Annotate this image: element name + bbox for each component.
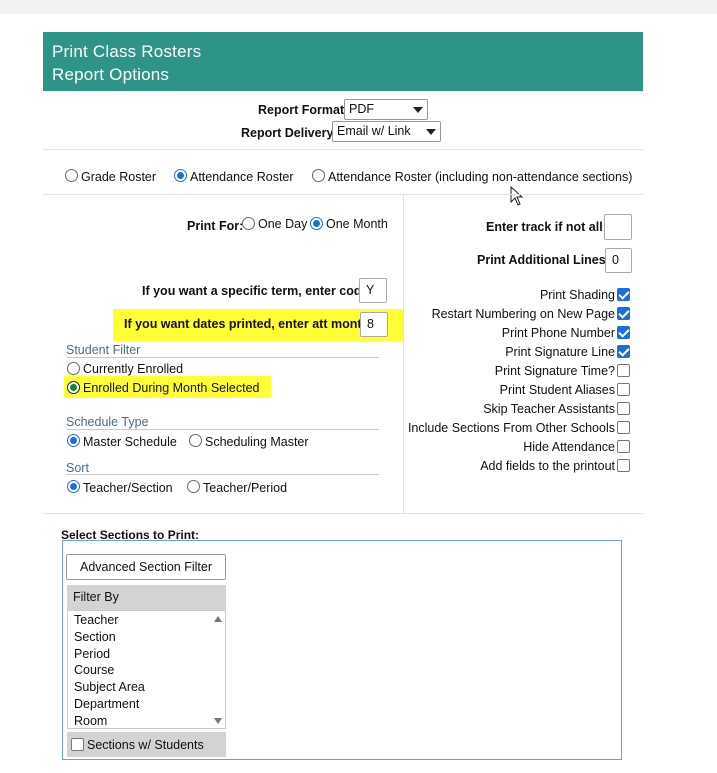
enrolled-during-month-label: Enrolled During Month Selected xyxy=(83,381,260,395)
scroll-down-icon[interactable] xyxy=(214,718,222,724)
report-format-label: Report Format: xyxy=(258,103,349,117)
print-phone-label: Print Phone Number xyxy=(501,326,615,340)
scroll-up-icon[interactable] xyxy=(214,616,222,622)
skip-assistants-label: Skip Teacher Assistants xyxy=(483,402,615,416)
grade-roster-label: Grade Roster xyxy=(81,170,157,184)
specific-term-input[interactable]: Y xyxy=(359,278,387,303)
restart-numbering-label: Restart Numbering on New Page xyxy=(431,307,615,321)
report-options-panel: Print Class Rosters Report Options Repor… xyxy=(43,32,643,773)
chevron-down-icon xyxy=(426,129,436,135)
attendance-roster-label: Attendance Roster xyxy=(190,170,294,184)
enrolled-during-month-radio[interactable] xyxy=(67,381,80,394)
additional-lines-label: Print Additional Lines xyxy=(477,253,606,267)
page-header: Print Class Rosters Report Options xyxy=(43,32,643,91)
one-day-label: One Day xyxy=(258,217,308,231)
section-selector-box: Advanced Section Filter Filter By Teache… xyxy=(62,540,622,760)
sections-with-students-checkbox[interactable] xyxy=(71,738,84,751)
skip-assistants-checkbox[interactable] xyxy=(617,402,630,415)
list-item[interactable]: Section xyxy=(74,630,116,644)
student-filter-title: Student Filter xyxy=(66,343,141,357)
sections-with-students-row: Sections w/ Students xyxy=(67,732,226,757)
print-signature-line-label: Print Signature Line xyxy=(505,345,615,359)
list-item[interactable]: Course xyxy=(74,663,114,677)
sections-with-students-label: Sections w/ Students xyxy=(87,738,204,752)
grade-roster-radio[interactable] xyxy=(65,169,78,182)
divider xyxy=(43,194,643,195)
report-delivery-value: Email w/ Link xyxy=(337,124,411,138)
attendance-roster-nonattendance-label: Attendance Roster (including non-attenda… xyxy=(328,170,633,184)
page-title: Print Class Rosters xyxy=(52,42,202,61)
one-day-radio[interactable] xyxy=(242,217,255,230)
print-signature-line-checkbox[interactable] xyxy=(617,345,630,358)
specific-term-label: If you want a specific term, enter code xyxy=(142,284,369,298)
teacher-section-radio[interactable] xyxy=(67,480,80,493)
report-format-value: PDF xyxy=(349,102,374,116)
section-divider xyxy=(66,429,379,430)
additional-lines-input[interactable]: 0 xyxy=(605,248,632,273)
teacher-period-label: Teacher/Period xyxy=(203,481,288,495)
dates-printed-input[interactable]: 8 xyxy=(360,312,388,337)
list-item[interactable]: Teacher xyxy=(74,613,118,627)
attendance-roster-nonattendance-radio[interactable] xyxy=(312,169,325,182)
schedule-type-title: Schedule Type xyxy=(66,415,149,429)
sort-title: Sort xyxy=(66,461,89,475)
filter-by-listbox[interactable]: Teacher Section Period Course Subject Ar… xyxy=(67,610,226,729)
divider xyxy=(43,513,643,514)
divider xyxy=(43,149,643,150)
currently-enrolled-label: Currently Enrolled xyxy=(83,362,184,376)
track-input[interactable] xyxy=(604,214,632,240)
section-divider xyxy=(66,474,379,475)
print-shading-label: Print Shading xyxy=(539,288,615,302)
track-label: Enter track if not all xyxy=(486,220,603,234)
print-signature-time-checkbox[interactable] xyxy=(617,364,630,377)
list-item[interactable]: Subject Area xyxy=(74,680,145,694)
advanced-section-filter-button[interactable]: Advanced Section Filter xyxy=(66,554,226,580)
one-month-label: One Month xyxy=(326,217,388,231)
page-subtitle: Report Options xyxy=(52,65,170,84)
chevron-down-icon xyxy=(413,107,423,113)
scheduling-master-radio[interactable] xyxy=(189,434,202,447)
master-schedule-radio[interactable] xyxy=(67,434,80,447)
teacher-period-radio[interactable] xyxy=(187,480,200,493)
filter-by-header: Filter By xyxy=(67,585,226,610)
print-shading-checkbox[interactable] xyxy=(617,288,630,301)
print-aliases-label: Print Student Aliases xyxy=(499,383,615,397)
include-other-schools-checkbox[interactable] xyxy=(617,421,630,434)
attendance-roster-radio[interactable] xyxy=(174,169,187,182)
report-delivery-select[interactable]: Email w/ Link xyxy=(332,121,441,142)
report-format-select[interactable]: PDF xyxy=(344,99,428,120)
restart-numbering-checkbox[interactable] xyxy=(617,307,630,320)
hide-attendance-label: Hide Attendance xyxy=(523,440,615,454)
teacher-section-label: Teacher/Section xyxy=(83,481,173,495)
column-divider xyxy=(403,195,404,513)
list-item[interactable]: Department xyxy=(74,697,139,711)
print-aliases-checkbox[interactable] xyxy=(617,383,630,396)
list-item[interactable]: Period xyxy=(74,647,110,661)
dates-printed-label: If you want dates printed, enter att mon… xyxy=(124,317,370,331)
print-signature-time-label: Print Signature Time? xyxy=(494,364,615,378)
mouse-cursor-icon xyxy=(510,186,524,206)
hide-attendance-checkbox[interactable] xyxy=(617,440,630,453)
list-item[interactable]: Room xyxy=(74,714,107,728)
add-fields-checkbox[interactable] xyxy=(617,459,630,472)
master-schedule-label: Master Schedule xyxy=(83,435,177,449)
include-other-schools-label: Include Sections From Other Schools xyxy=(407,421,615,435)
currently-enrolled-radio[interactable] xyxy=(67,362,80,375)
one-month-radio[interactable] xyxy=(310,217,323,230)
print-for-label: Print For: xyxy=(187,219,244,233)
print-phone-checkbox[interactable] xyxy=(617,326,630,339)
section-divider xyxy=(66,357,379,358)
add-fields-label: Add fields to the printout xyxy=(480,459,615,473)
report-delivery-label: Report Delivery: xyxy=(241,126,338,140)
scheduling-master-label: Scheduling Master xyxy=(205,435,309,449)
